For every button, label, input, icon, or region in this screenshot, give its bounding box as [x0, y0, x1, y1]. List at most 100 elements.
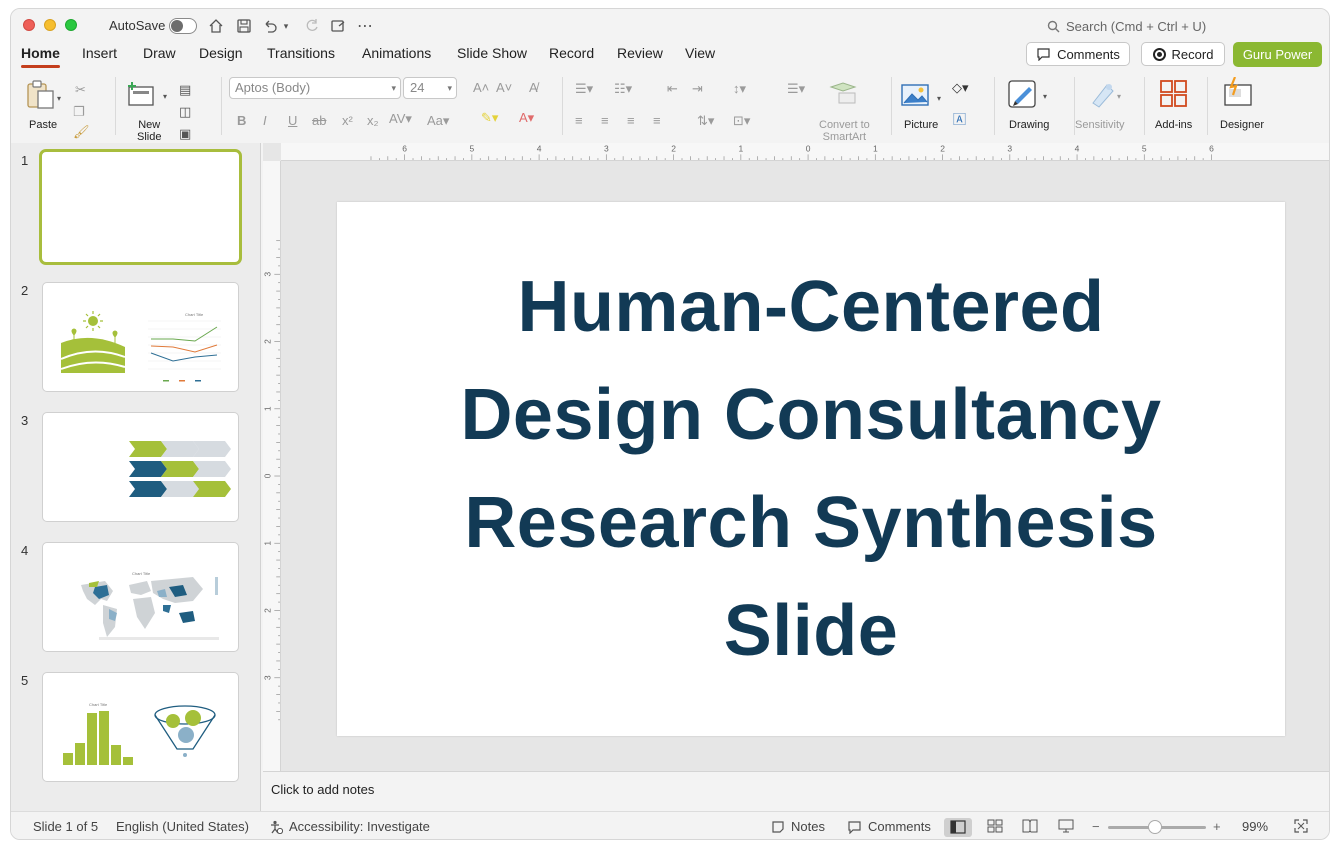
shapes-icon[interactable]: ◇▾ — [952, 81, 969, 94]
ribbon-home: ▾ Paste ✂ ❐ 🖌 ▾ New Slide ▤ ◫ ▣ Aptos (Bo… — [11, 73, 1329, 143]
ruler-label: 2 — [263, 339, 273, 344]
normal-view-icon — [950, 820, 966, 834]
zoom-out-icon[interactable]: − — [1092, 819, 1100, 834]
thumb-chart-title: Chart Title — [185, 312, 204, 317]
slide-thumbnail-3[interactable] — [42, 412, 239, 522]
zoom-window-button[interactable] — [65, 19, 77, 31]
slide-position: Slide 1 of 5 — [33, 819, 99, 834]
notes-icon — [772, 820, 784, 833]
notes-placeholder: Click to add notes — [271, 782, 375, 797]
picture-icon[interactable] — [901, 83, 931, 110]
tab-insert[interactable]: Insert — [82, 45, 117, 61]
save-icon[interactable] — [235, 17, 253, 35]
new-slide-dropdown-icon[interactable]: ▾ — [163, 93, 167, 101]
font-name-select[interactable]: Aptos (Body) ▾ — [229, 77, 401, 99]
drawing-icon[interactable] — [1007, 79, 1039, 112]
thumb-number: 1 — [21, 153, 29, 168]
guru-power-button[interactable]: Guru Power — [1233, 42, 1322, 67]
slide-thumbnail-5[interactable]: Chart Title — [42, 672, 239, 782]
align-left-icon: ≡ — [575, 113, 583, 128]
ruler-label: 1 — [738, 144, 743, 154]
slide-thumbnail-1[interactable] — [39, 149, 242, 265]
subscript-icon: x₂ — [367, 113, 379, 128]
smartart-icon — [829, 81, 859, 110]
ruler-label: 3 — [263, 272, 273, 277]
tab-review[interactable]: Review — [617, 45, 663, 61]
paste-icon[interactable] — [25, 79, 57, 114]
comment-icon — [848, 820, 861, 834]
current-slide[interactable]: Human-Centered Design Consultancy Resear… — [337, 202, 1285, 736]
slide-sorter-icon[interactable] — [987, 818, 1003, 837]
tab-animations[interactable]: Animations — [362, 45, 431, 61]
close-window-button[interactable] — [23, 19, 35, 31]
designer-label: Designer — [1220, 119, 1265, 131]
slideshow-view-icon[interactable] — [1057, 818, 1075, 837]
clear-formatting-icon: A̸ — [529, 80, 538, 95]
tab-transitions[interactable]: Transitions — [267, 45, 335, 61]
ruler-label: 0 — [806, 144, 811, 154]
slide-thumbnail-4[interactable]: Chart Title — [42, 542, 239, 652]
tab-draw[interactable]: Draw — [143, 45, 176, 61]
tab-design[interactable]: Design — [199, 45, 243, 61]
language-status[interactable]: English (United States) — [116, 819, 249, 834]
ruler-label: 6 — [402, 144, 407, 154]
reading-view-icon[interactable] — [1021, 818, 1039, 837]
vertical-ruler: 3 2 1 0 1 2 3 — [263, 161, 281, 771]
format-painter-icon[interactable]: 🖌 — [73, 125, 90, 138]
comments-toggle-button[interactable]: Comments — [847, 819, 931, 834]
slide-editor[interactable]: 6 5 4 3 2 1 0 1 2 3 4 5 6 3 2 1 0 1 2 3 Human-Centered Des… — [263, 143, 1329, 771]
fit-to-window-icon[interactable] — [1293, 818, 1309, 837]
tab-view[interactable]: View — [685, 45, 715, 61]
picture-dropdown-icon[interactable]: ▾ — [937, 95, 941, 103]
zoom-in-icon[interactable]: + — [1213, 819, 1221, 834]
addins-label: Add-ins — [1155, 119, 1193, 131]
comments-button[interactable]: Comments — [1026, 42, 1130, 66]
slide-thumbnail-2[interactable]: Chart Title — [42, 282, 239, 392]
comment-icon — [1037, 48, 1050, 61]
notes-toggle-button[interactable]: Notes — [771, 819, 825, 834]
present-icon[interactable] — [329, 17, 347, 35]
sensitivity-icon — [1087, 79, 1117, 112]
thumb-number: 5 — [21, 673, 29, 688]
autosave-label: AutoSave — [109, 18, 166, 33]
section-icon[interactable]: ▣ — [179, 127, 191, 140]
title-bar: AutoSave ▾ ⋯ Search (Cmd + Ctrl + U) — [11, 9, 1329, 43]
tab-slide-show[interactable]: Slide Show — [457, 45, 527, 61]
new-slide-label: New Slide — [137, 119, 162, 143]
normal-view-button[interactable] — [944, 818, 972, 837]
ruler-label: 2 — [940, 144, 945, 154]
textbox-icon[interactable]: 🄰 — [953, 113, 966, 126]
layout-icon[interactable]: ▤ — [179, 83, 191, 96]
tab-home[interactable]: Home — [21, 45, 60, 68]
addins-icon[interactable] — [1159, 79, 1189, 112]
record-button[interactable]: Record — [1141, 42, 1225, 66]
search-field[interactable]: Search (Cmd + Ctrl + U) — [1047, 19, 1206, 34]
zoom-slider-handle[interactable] — [1148, 820, 1162, 834]
new-slide-icon[interactable] — [127, 81, 157, 110]
tab-record[interactable]: Record — [549, 45, 594, 61]
thumb-number: 4 — [21, 543, 29, 558]
text-direction-icon: ⇅▾ — [697, 113, 715, 128]
font-size-select[interactable]: 24 ▾ — [403, 77, 457, 99]
minimize-window-button[interactable] — [44, 19, 56, 31]
home-icon[interactable] — [207, 17, 225, 35]
line-spacing-icon: ↕▾ — [733, 81, 747, 96]
slide-thumbnails-pane[interactable]: 1 2 Chart Title 3 4 Chart Title 5 Chart … — [11, 143, 261, 811]
paste-dropdown-icon[interactable]: ▾ — [57, 95, 61, 103]
thumb-number: 3 — [21, 413, 29, 428]
reset-icon[interactable]: ◫ — [179, 105, 191, 118]
designer-icon[interactable] — [1223, 76, 1255, 112]
more-options-icon[interactable]: ⋯ — [356, 17, 374, 35]
notes-pane[interactable]: Click to add notes — [263, 771, 1329, 811]
italic-icon: I — [263, 113, 267, 128]
ruler-label: 4 — [1075, 144, 1080, 154]
autosave-toggle[interactable] — [169, 18, 197, 34]
drawing-dropdown-icon[interactable]: ▾ — [1043, 93, 1047, 101]
accessibility-status[interactable]: Accessibility: Investigate — [269, 819, 430, 834]
zoom-level[interactable]: 99% — [1242, 819, 1268, 834]
app-window: AutoSave ▾ ⋯ Search (Cmd + Ctrl + U) Hom… — [10, 8, 1330, 840]
undo-icon[interactable] — [261, 17, 279, 35]
align-center-icon: ≡ — [601, 113, 609, 128]
slide-title[interactable]: Human-Centered Design Consultancy Resear… — [401, 253, 1221, 685]
undo-dropdown-icon[interactable]: ▾ — [281, 17, 291, 35]
